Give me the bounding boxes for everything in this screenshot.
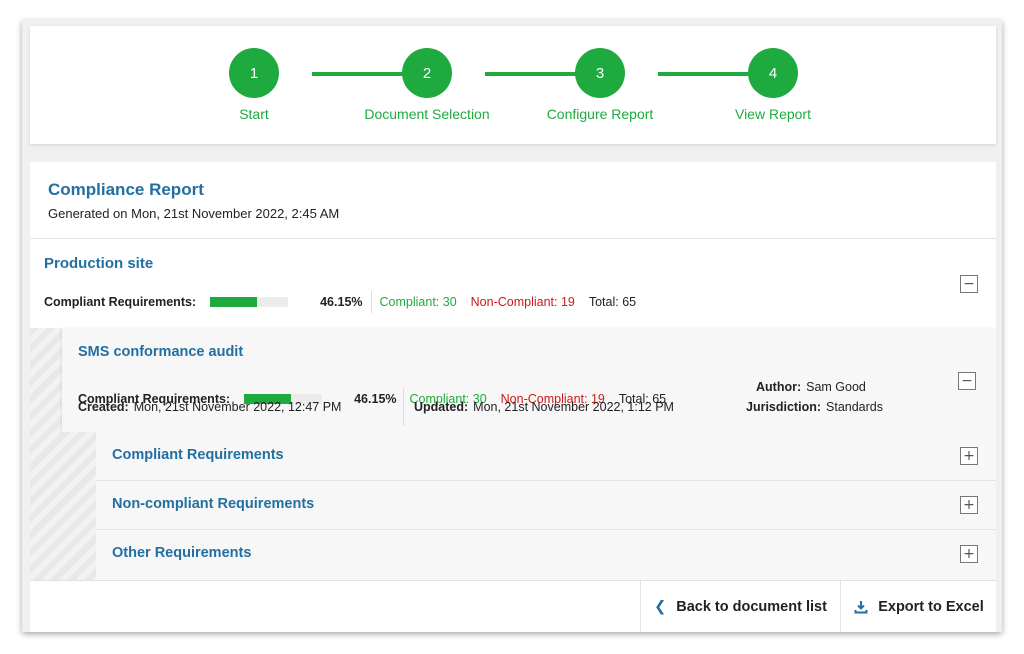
- step-label: Document Selection: [364, 106, 490, 122]
- step-view-report[interactable]: 4 View Report: [703, 48, 843, 122]
- section-label: Compliant Requirements: [112, 447, 284, 463]
- report-header: Compliance Report Generated on Mon, 21st…: [48, 180, 339, 221]
- jurisdiction-label: Jurisdiction:: [746, 400, 822, 414]
- collapse-site-icon[interactable]: −: [960, 275, 978, 293]
- step-number: 3: [575, 48, 625, 98]
- step-start[interactable]: 1 Start: [184, 48, 324, 122]
- expand-icon[interactable]: +: [960, 447, 978, 465]
- audit-title: SMS conformance audit: [78, 344, 244, 360]
- export-to-excel-button[interactable]: Export to Excel: [840, 581, 997, 632]
- step-label: Configure Report: [546, 106, 654, 122]
- divider: [370, 291, 372, 313]
- site-progress-bar: [210, 297, 289, 307]
- section-label: Non-compliant Requirements: [112, 496, 315, 512]
- step-number: 2: [402, 48, 452, 98]
- compliant-requirements-label: Compliant Requirements:: [44, 295, 197, 309]
- site-total-count: Total: 65: [588, 295, 637, 309]
- section-compliant-requirements[interactable]: Compliant Requirements +: [96, 432, 996, 481]
- step-number: 1: [229, 48, 279, 98]
- step-number: 4: [748, 48, 798, 98]
- report-footer: ❮ Back to document list Export to Excel: [30, 580, 996, 632]
- audit-panel: SMS conformance audit Compliant Requirem…: [62, 328, 996, 433]
- step-document-selection[interactable]: 2 Document Selection: [357, 48, 497, 122]
- indent-hatch: [62, 432, 96, 580]
- step-label: View Report: [734, 106, 811, 122]
- audit-author: Author: Sam Good: [756, 380, 866, 394]
- site-panel: Production site Compliant Requirements: …: [30, 238, 996, 330]
- app-window: 1 Start 2 Document Selection 3 Configure…: [22, 20, 1002, 632]
- report-generated-date: Generated on Mon, 21st November 2022, 2:…: [48, 206, 340, 221]
- wizard-stepper: 1 Start 2 Document Selection 3 Configure…: [30, 26, 996, 144]
- site-title: Production site: [44, 255, 154, 272]
- jurisdiction-value: Standards: [826, 400, 883, 414]
- site-stats: Compliant Requirements: 46.15% Compliant…: [44, 291, 636, 313]
- author-value: Sam Good: [806, 380, 866, 394]
- author-label: Author:: [756, 380, 802, 394]
- site-progress-fill: [210, 297, 257, 307]
- updated-label: Updated:: [414, 400, 469, 414]
- site-compliant-count: Compliant: 30: [379, 295, 457, 309]
- step-configure-report[interactable]: 3 Configure Report: [530, 48, 670, 122]
- report-title: Compliance Report: [48, 180, 204, 199]
- site-percent: 46.15%: [320, 295, 363, 309]
- collapse-audit-icon[interactable]: −: [958, 372, 976, 390]
- site-non-compliant-count: Non-Compliant: 19: [470, 295, 575, 309]
- expand-icon[interactable]: +: [960, 545, 978, 563]
- audit-jurisdiction: Jurisdiction: Standards: [746, 400, 883, 414]
- updated-value: Mon, 21st November 2022, 1:12 PM: [473, 400, 674, 414]
- expand-icon[interactable]: +: [960, 496, 978, 514]
- section-other-requirements[interactable]: Other Requirements +: [96, 530, 996, 581]
- section-label: Other Requirements: [112, 545, 252, 561]
- divider: [402, 388, 404, 426]
- audit-created: Created: Mon, 21st November 2022, 12:47 …: [78, 400, 341, 414]
- audit-percent: 46.15%: [354, 392, 397, 406]
- created-label: Created:: [78, 400, 129, 414]
- download-icon: [854, 600, 868, 614]
- compliance-report: Compliance Report Generated on Mon, 21st…: [30, 162, 996, 632]
- audit-updated: Updated: Mon, 21st November 2022, 1:12 P…: [414, 400, 674, 414]
- created-value: Mon, 21st November 2022, 12:47 PM: [133, 400, 342, 414]
- export-button-label: Export to Excel: [878, 599, 984, 615]
- step-label: Start: [239, 106, 269, 122]
- back-to-document-list-button[interactable]: ❮ Back to document list: [640, 581, 840, 632]
- section-non-compliant-requirements[interactable]: Non-compliant Requirements +: [96, 481, 996, 530]
- back-button-label: Back to document list: [676, 599, 827, 615]
- chevron-left-icon: ❮: [654, 599, 667, 615]
- indent-hatch: [30, 328, 62, 580]
